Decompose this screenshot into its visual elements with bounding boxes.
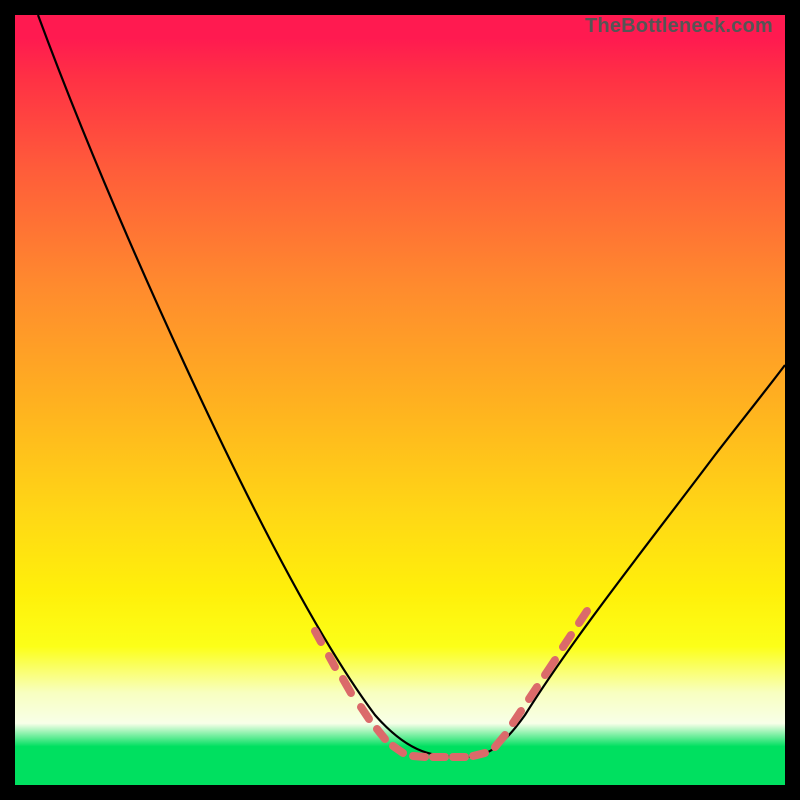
bottleneck-curve-path (38, 15, 785, 757)
watermark-text: TheBottleneck.com (585, 15, 773, 38)
chart-frame: TheBottleneck.com (15, 15, 785, 785)
highlight-dots-right (495, 611, 587, 747)
bottleneck-curve-svg (15, 15, 785, 785)
